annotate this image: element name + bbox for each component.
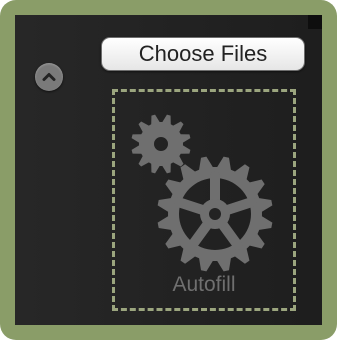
big-gear-axle xyxy=(209,208,221,220)
file-dropzone[interactable]: Autofill xyxy=(112,89,296,311)
chevron-up-icon xyxy=(42,73,56,81)
dropzone-label: Autofill xyxy=(172,273,236,296)
panel-corner xyxy=(308,15,322,29)
choose-files-button[interactable]: Choose Files xyxy=(101,37,305,71)
upload-panel: Choose Files Autofill xyxy=(15,15,322,325)
small-gear-shape xyxy=(131,114,191,174)
widget-frame: Choose Files Autofill xyxy=(0,0,337,340)
collapse-button[interactable] xyxy=(35,63,63,91)
